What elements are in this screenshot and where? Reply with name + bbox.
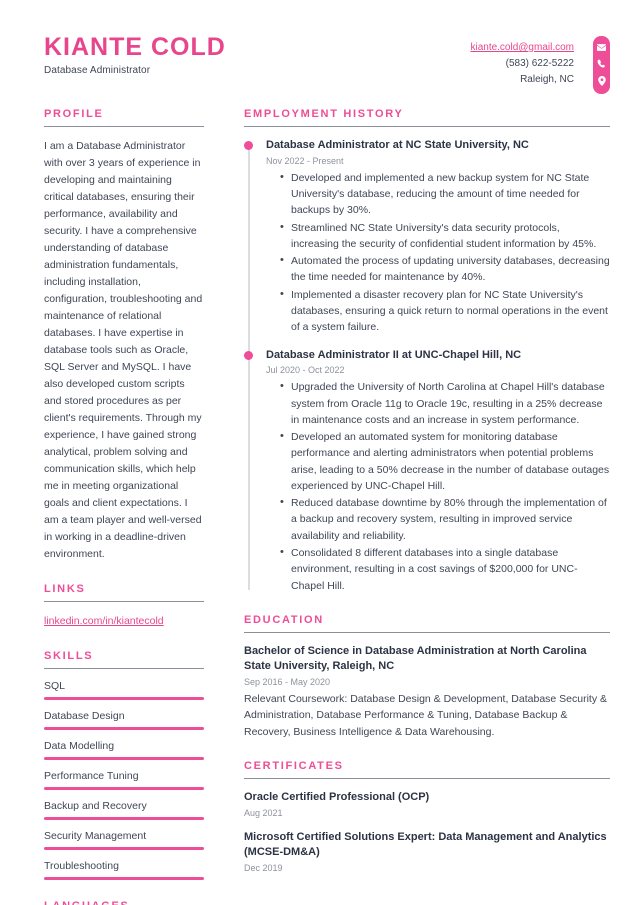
employment-heading: Database Administrator II at UNC-Chapel … xyxy=(266,348,522,361)
section-skills: SKILLS SQL Database Design Data Modellin… xyxy=(44,650,204,880)
resume-header: KIANTE COLD Database Administrator kiant… xyxy=(0,0,640,108)
skill-item: Database Design xyxy=(44,710,204,730)
list-item: Upgraded the University of North Carolin… xyxy=(280,378,610,428)
contact-email[interactable]: kiante.cold@gmail.com xyxy=(470,40,574,56)
location-pin-icon xyxy=(597,76,606,86)
timeline-dot-icon xyxy=(244,350,253,360)
envelope-icon xyxy=(597,44,606,51)
list-item: Automated the process of updating univer… xyxy=(280,252,610,286)
section-rule xyxy=(244,126,610,127)
certificate-date: Aug 2021 xyxy=(244,808,283,819)
phone-icon xyxy=(597,59,606,68)
skill-level-bar xyxy=(44,786,204,790)
skill-level-bar xyxy=(44,816,204,820)
list-item: Developed an automated system for monito… xyxy=(280,428,610,494)
section-rule xyxy=(244,777,610,779)
section-rule xyxy=(44,126,204,127)
section-title-skills: SKILLS xyxy=(44,649,94,662)
section-title-links: LINKS xyxy=(44,583,86,595)
skill-item: Data Modelling xyxy=(44,740,204,760)
certificate-entry: Microsoft Certified Solutions Expert: Da… xyxy=(244,830,610,873)
section-certificates: CERTIFICATES Oracle Certified Profession… xyxy=(244,759,610,873)
timeline-line xyxy=(248,142,250,590)
employment-heading: Database Administrator at NC State Unive… xyxy=(266,139,529,151)
link-item[interactable]: linkedin.com/in/kiantecold xyxy=(44,613,204,630)
skill-name: Performance Tuning xyxy=(44,769,139,782)
skill-level-bar xyxy=(44,726,204,730)
skill-level-bar xyxy=(44,756,204,760)
skill-name: Data Modelling xyxy=(44,739,115,752)
right-column: EMPLOYMENT HISTORY Database Administrato… xyxy=(218,108,640,893)
list-item: Implemented a disaster recovery plan for… xyxy=(280,286,610,336)
list-item: Reduced database downtime by 80% through… xyxy=(280,494,610,544)
profile-text: I am a Database Administrator with over … xyxy=(44,140,203,560)
certificate-title: Oracle Certified Professional (OCP) xyxy=(244,790,430,803)
section-profile: PROFILE I am a Database Administrator wi… xyxy=(44,108,204,563)
skill-name: Database Design xyxy=(44,709,125,722)
left-column: PROFILE I am a Database Administrator wi… xyxy=(0,108,218,905)
skill-level-bar xyxy=(44,846,204,850)
section-languages: LANGUAGES xyxy=(44,900,204,905)
certificate-entry: Oracle Certified Professional (OCP) Aug … xyxy=(244,790,610,818)
timeline-dot-icon xyxy=(244,141,253,150)
employment-timeline: Database Administrator at NC State Unive… xyxy=(244,138,610,594)
skill-item: Security Management xyxy=(44,830,204,850)
employment-date: Jul 2020 - Oct 2022 xyxy=(266,365,345,376)
section-rule xyxy=(44,601,204,602)
section-rule xyxy=(44,667,204,669)
section-title-profile: PROFILE xyxy=(44,108,104,120)
skill-item: Performance Tuning xyxy=(44,770,204,790)
skill-item: Backup and Recovery xyxy=(44,800,204,820)
skill-name: Troubleshooting xyxy=(44,859,119,872)
employment-bullets: Developed and implemented a new backup s… xyxy=(280,169,610,336)
section-links: LINKS linkedin.com/in/kiantecold xyxy=(44,583,204,630)
skill-name: Security Management xyxy=(44,829,147,842)
employment-entry: Database Administrator at NC State Unive… xyxy=(244,138,610,336)
resume-page: KIANTE COLD Database Administrator kiant… xyxy=(0,0,640,905)
skill-name: Backup and Recovery xyxy=(44,799,147,812)
resume-body: PROFILE I am a Database Administrator wi… xyxy=(0,108,640,905)
employment-date: Nov 2022 - Present xyxy=(266,155,344,166)
employment-bullets: Upgraded the University of North Carolin… xyxy=(280,378,610,594)
education-entry: Bachelor of Science in Database Administ… xyxy=(244,644,610,740)
section-rule xyxy=(244,631,610,633)
list-item: Streamlined NC State University's data s… xyxy=(280,219,610,253)
skill-item: SQL xyxy=(44,680,204,700)
education-title: Bachelor of Science in Database Administ… xyxy=(244,644,587,672)
section-title-certificates: CERTIFICATES xyxy=(244,759,344,772)
section-education: EDUCATION Bachelor of Science in Databas… xyxy=(244,614,610,740)
contact-location: Raleigh, NC xyxy=(520,74,574,86)
contact-icon-strip xyxy=(593,36,610,94)
list-item: Consolidated 8 different databases into … xyxy=(280,544,610,594)
skill-level-bar xyxy=(44,696,204,700)
section-employment-history: EMPLOYMENT HISTORY Database Administrato… xyxy=(244,108,610,594)
contact-phone: (583) 622-5222 xyxy=(505,58,574,70)
list-item: Developed and implemented a new backup s… xyxy=(280,169,610,219)
section-title-employment: EMPLOYMENT HISTORY xyxy=(244,108,404,120)
contact-block: kiante.cold@gmail.com (583) 622-5222 Ral… xyxy=(470,40,574,89)
certificate-date: Dec 2019 xyxy=(244,863,283,874)
certificate-title: Microsoft Certified Solutions Expert: Da… xyxy=(244,831,607,859)
education-date: Sep 2016 - May 2020 xyxy=(244,677,331,688)
section-title-languages: LANGUAGES xyxy=(44,900,204,905)
education-description: Relevant Coursework: Database Design & D… xyxy=(244,693,608,738)
skill-name: SQL xyxy=(44,679,66,692)
skill-level-bar xyxy=(44,876,204,880)
employment-entry: Database Administrator II at UNC-Chapel … xyxy=(244,348,610,594)
skill-item: Troubleshooting xyxy=(44,860,204,880)
section-title-education: EDUCATION xyxy=(244,613,324,626)
